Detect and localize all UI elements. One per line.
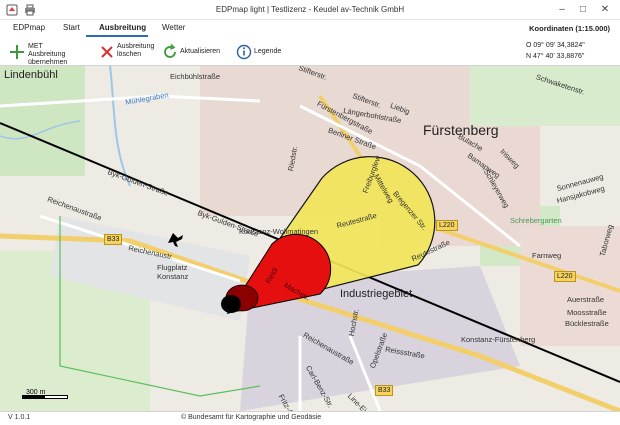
plus-icon <box>10 45 24 59</box>
tab-ausbreitung[interactable]: Ausbreitung <box>99 23 146 32</box>
label-flugplatz-2: Konstanz <box>157 272 189 281</box>
street-eichbuehl: Eichbühlstraße <box>170 72 221 81</box>
refresh-icon <box>164 43 176 58</box>
minimize-button[interactable]: – <box>555 3 569 17</box>
legende-button[interactable]: Legende <box>235 41 285 63</box>
close-button[interactable]: ✕ <box>598 3 612 17</box>
shield-b33-west: B33 <box>104 234 123 245</box>
coordinates-title: Koordinaten (1:15.000) <box>529 24 610 33</box>
street-moosstr: Moosstraße <box>567 308 607 317</box>
delete-label-2: löschen <box>117 51 142 58</box>
label-flugplatz-1: Flugplatz <box>157 263 188 272</box>
map-view[interactable]: Lindenbühl Fürstenberg Industriegebiet M… <box>0 66 620 411</box>
info-icon <box>236 44 252 60</box>
status-bar: V 1.0.1 © Bundesamt für Kartographie und… <box>0 411 620 425</box>
map-canvas <box>0 66 620 411</box>
copyright-label: © Bundesamt für Kartographie und Geodäsi… <box>181 414 322 421</box>
window-title: EDPmap light | Testlizenz - Keudel av-Te… <box>215 5 405 14</box>
met-label-1: MET Ausbreitung <box>28 43 66 58</box>
shield-b33-east: B33 <box>375 385 394 396</box>
tab-start[interactable]: Start <box>63 23 80 32</box>
coordinate-latitude: N 47° 40' 33,8876" <box>526 53 585 60</box>
title-bar: EDPmap light | Testlizenz - Keudel av-Te… <box>0 0 620 20</box>
legend-label: Legende <box>254 48 282 55</box>
coordinate-longitude: O 09° 09' 34,3824" <box>526 42 585 49</box>
street-auerstr: Auerstraße <box>567 295 605 304</box>
delete-label-1: Ausbreitung <box>117 43 155 50</box>
shield-l220-north: L220 <box>436 220 458 231</box>
label-fuerstenberg-station: Konstanz-Fürstenberg <box>461 335 536 344</box>
street-buecklestr: Bücklestraße <box>565 319 609 328</box>
shield-l220-east: L220 <box>554 271 576 282</box>
aktualisieren-button[interactable]: Aktualisieren <box>161 41 221 63</box>
label-schrebergarten: Schrebergarten <box>510 216 562 225</box>
version-label: V 1.0.1 <box>8 414 31 421</box>
tab-edpmap[interactable]: EDPmap <box>13 23 45 32</box>
refresh-label: Aktualisieren <box>180 48 221 55</box>
maximize-button[interactable]: □ <box>576 3 590 17</box>
tab-wetter[interactable]: Wetter <box>162 23 185 32</box>
street-farnweg: Farnweg <box>532 251 562 260</box>
delete-icon <box>101 46 113 58</box>
green-area-west <box>0 66 85 176</box>
ausbreitung-loeschen-button[interactable]: Ausbreitung löschen <box>98 41 158 63</box>
met-ausbreitung-button[interactable]: MET Ausbreitung übernehmen <box>8 41 78 66</box>
scale-bar <box>22 395 68 399</box>
plume-zone-black <box>221 295 241 313</box>
label-lindenbuehl: Lindenbühl <box>4 69 58 81</box>
label-industriegebiet: Industriegebiet <box>340 288 413 300</box>
